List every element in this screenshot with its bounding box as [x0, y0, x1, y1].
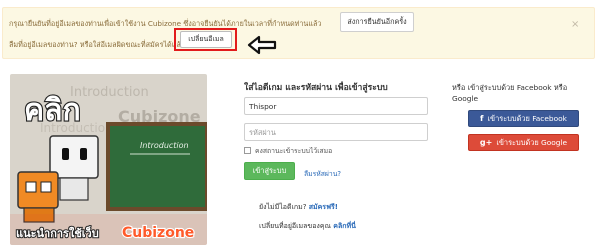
- login-title: ใส่ไอดีเกม และรหัสผ่าน เพื่อเข้าสู่ระบบ: [244, 83, 388, 93]
- no-id-text: ยังไม่มีไอดีเกม?: [259, 203, 307, 211]
- facebook-login-label: เข้าระบบด้วย Facebook: [487, 113, 567, 123]
- social-login-title: หรือ เข้าสู่ระบบด้วย Facebook หรือ Googl…: [452, 83, 568, 103]
- alert-message: กรุณายืนยันที่อยู่อีเมลของท่านเพื่อเข้าใ…: [9, 19, 322, 28]
- register-row: ยังไม่มีไอดีเกม? สมัครฟรี!: [259, 202, 338, 213]
- google-login-label: เข้าระบบด้วย Google: [496, 137, 568, 147]
- remember-label: คงสถานะเข้าระบบไว้เสมอ: [255, 146, 333, 155]
- remember-me-row[interactable]: คงสถานะเข้าระบบไว้เสมอ: [244, 145, 332, 155]
- remember-checkbox[interactable]: [244, 146, 251, 154]
- arrow-left-icon: [247, 35, 277, 55]
- google-plus-icon: g+: [479, 138, 493, 147]
- facebook-login-button[interactable]: f เข้าระบบด้วย Facebook: [468, 110, 579, 127]
- bg-text-1: Introduction: [70, 85, 149, 100]
- board-text: Introduction: [140, 141, 189, 150]
- forgot-password-link[interactable]: ลืมรหัสผ่าน?: [304, 168, 341, 179]
- change-email-text: เปลี่ยนที่อยู่อีเมลของคุณ: [259, 222, 332, 230]
- promo-banner[interactable]: Introduction Cubizone Introduction Intro…: [10, 74, 207, 245]
- promo-illustration: Introduction Cubizone Introduction Intro…: [10, 74, 207, 245]
- username-input[interactable]: [244, 97, 428, 115]
- promo-small-text: แนะนำการใช้เว็บ: [16, 226, 99, 240]
- promo-big-word: คลิก: [24, 93, 81, 128]
- login-button[interactable]: เข้าสู่ระบบ: [244, 162, 295, 180]
- change-email-row: เปลี่ยนที่อยู่อีเมลของคุณ คลิกที่นี่: [259, 221, 356, 232]
- close-icon[interactable]: ×: [571, 20, 579, 30]
- facebook-icon: f: [480, 114, 484, 123]
- google-login-button[interactable]: g+ เข้าระบบด้วย Google: [468, 134, 579, 151]
- register-link[interactable]: สมัครฟรี!: [309, 203, 338, 211]
- promo-brand: Cubizone: [122, 225, 194, 241]
- click-here-link[interactable]: คลิกที่นี่: [333, 222, 356, 230]
- resend-verification-button[interactable]: ส่งการยืนยันอีกครั้ง: [340, 12, 414, 32]
- change-email-button[interactable]: เปลี่ยนอีเมล: [180, 31, 232, 48]
- email-verify-alert: กรุณายืนยันที่อยู่อีเมลของท่านเพื่อเข้าใ…: [2, 7, 595, 59]
- password-input[interactable]: [244, 123, 428, 141]
- alert-message-secondary: ลืมที่อยู่อีเมลของท่าน? หรือใส่อีเมลผิดข…: [9, 40, 185, 49]
